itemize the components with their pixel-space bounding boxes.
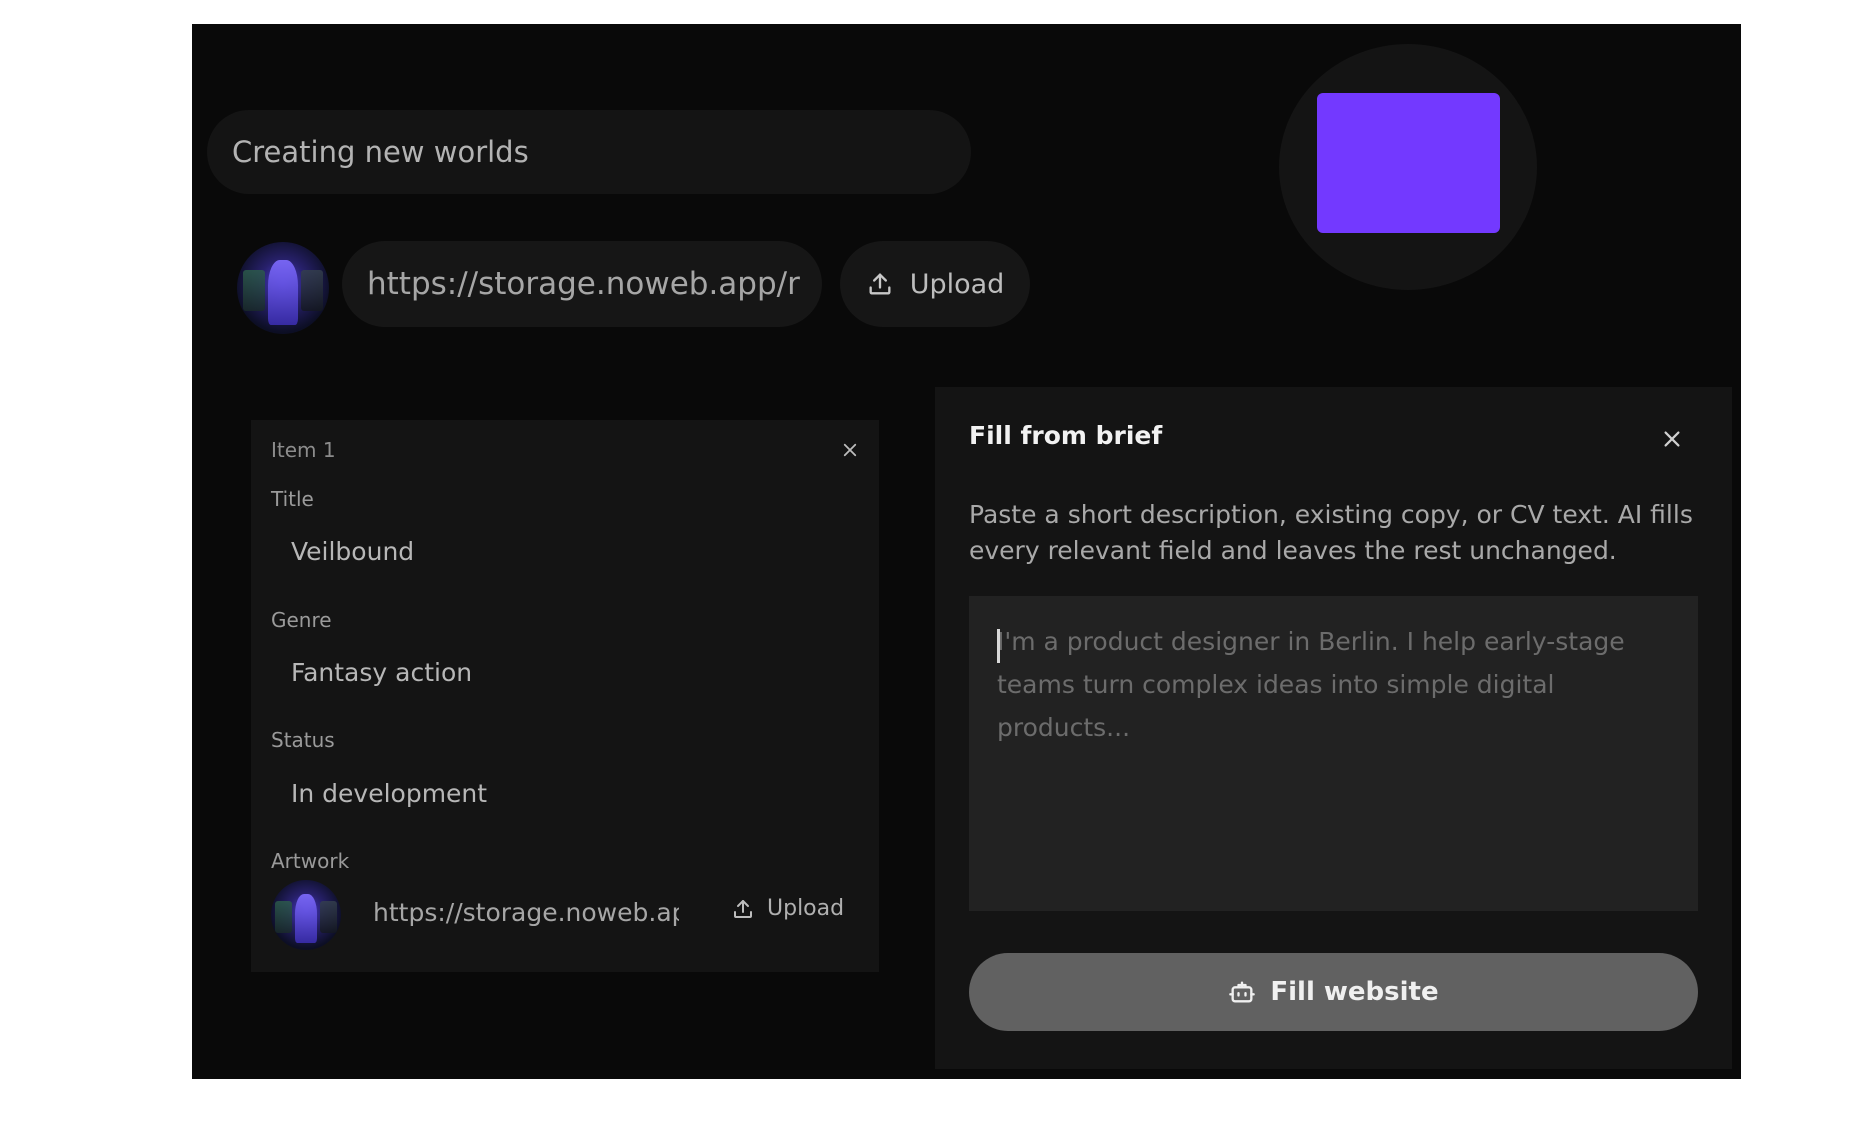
artwork-upload-label: Upload [767,896,845,921]
brief-description: Paste a short description, existing copy… [969,500,1693,565]
genre-label: Genre [271,608,332,632]
tagline-field[interactable]: Creating new worlds [207,110,971,194]
artwork-label: Artwork [271,849,350,873]
brief-textarea[interactable] [969,596,1698,911]
close-icon[interactable] [841,441,859,459]
brief-title: Fill from brief [969,421,1163,450]
title-label: Title [271,487,314,511]
close-icon[interactable] [1661,428,1683,450]
item-card: Item 1 Title Veilbound Genre Fantasy act… [251,420,879,972]
status-label: Status [271,728,335,752]
fill-website-label: Fill website [1270,977,1439,1007]
item-heading: Item 1 [271,438,336,462]
brand-logo [1317,93,1500,233]
fill-from-brief-panel: Fill from brief Paste a short descriptio… [935,387,1732,1069]
app-window: Creating new worlds https://storage.nowe… [192,24,1741,1079]
upload-icon [869,273,891,295]
cover-url-input[interactable]: https://storage.noweb.app/r [342,241,822,327]
upload-label: Upload [909,268,1005,300]
status-field[interactable]: In development [291,779,487,808]
upload-icon [734,899,752,918]
robot-icon [1229,981,1256,1003]
fill-website-button[interactable]: Fill website [969,953,1698,1031]
artwork-upload-button[interactable]: Upload [731,896,844,921]
cover-url-text: https://storage.noweb.app/r [367,266,800,302]
genre-field[interactable]: Fantasy action [291,658,472,687]
tagline-text: Creating new worlds [232,135,529,169]
artwork-thumbnail [271,880,341,950]
title-field[interactable]: Veilbound [291,537,414,566]
artwork-url-input[interactable]: https://storage.noweb.ap [373,898,679,927]
cover-thumbnail [237,242,329,334]
cover-upload-button[interactable]: Upload [840,241,1030,327]
